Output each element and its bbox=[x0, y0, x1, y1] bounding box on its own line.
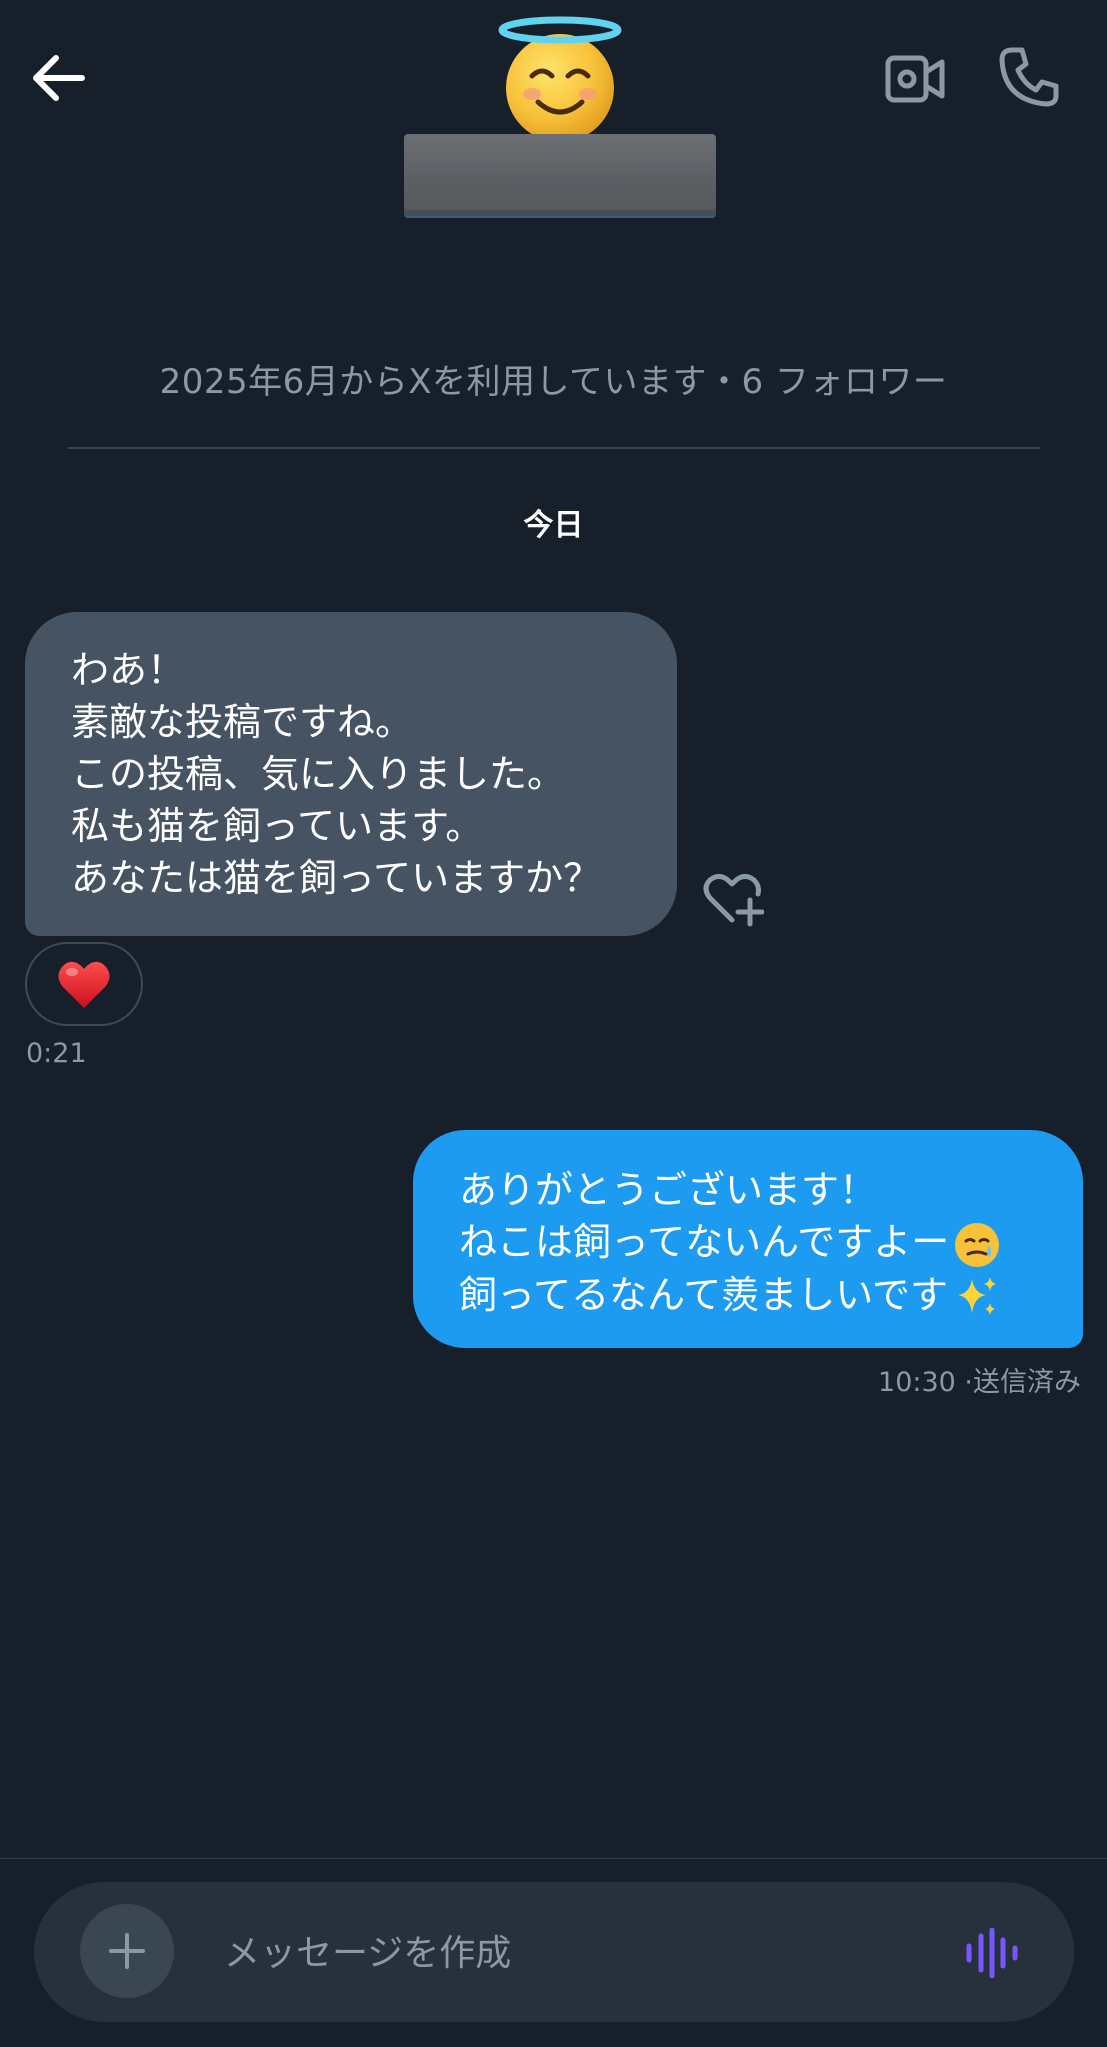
phone-icon bbox=[999, 47, 1059, 107]
message-line: あなたは猫を飼っていますか？ bbox=[71, 856, 602, 900]
reaction-chip[interactable] bbox=[25, 942, 143, 1026]
message-line: この投稿、気に入りました。 bbox=[71, 752, 566, 796]
video-call-button[interactable] bbox=[884, 50, 946, 108]
arrow-left-icon bbox=[33, 55, 85, 101]
back-button[interactable] bbox=[28, 52, 88, 104]
message-line-with-emoji: ねこは飼ってないんですよー bbox=[459, 1216, 1037, 1269]
message-timestamp: 0:21 bbox=[26, 1038, 87, 1069]
date-separator: 今日 bbox=[523, 508, 584, 543]
message-line: 私も猫を飼っています。 bbox=[71, 804, 484, 848]
sent-message-bubble[interactable]: ありがとうございます！ ねこは飼ってないんですよー 飼ってるなんて羨ましいです bbox=[413, 1130, 1083, 1348]
face-holding-back-tears-emoji bbox=[955, 1222, 1000, 1267]
avatar[interactable] bbox=[498, 14, 626, 142]
display-name-redacted bbox=[404, 134, 716, 216]
message-text: 飼ってるなんて羨ましいです bbox=[459, 1272, 949, 1317]
smiling-face-with-halo-emoji bbox=[498, 16, 622, 142]
message-line-with-emoji: 飼ってるなんて羨ましいです bbox=[459, 1269, 1037, 1322]
message-line: ありがとうございます！ bbox=[459, 1168, 878, 1212]
received-message-bubble[interactable]: わあ！ 素敵な投稿ですね。 この投稿、気に入りました。 私も猫を飼っています。 … bbox=[25, 612, 677, 936]
voice-call-button[interactable] bbox=[998, 46, 1060, 108]
message-text: ねこは飼ってないんですよー bbox=[459, 1220, 950, 1264]
add-reaction-button[interactable] bbox=[702, 870, 765, 928]
sparkles-emoji bbox=[958, 1277, 997, 1315]
red-heart-emoji bbox=[58, 961, 110, 1008]
voice-waveform-icon bbox=[966, 1927, 1018, 1979]
message-line: 素敵な投稿ですね。 bbox=[71, 700, 414, 744]
divider bbox=[68, 447, 1040, 449]
add-attachment-button[interactable] bbox=[80, 1904, 174, 1998]
plus-icon bbox=[109, 1933, 145, 1969]
heart-plus-icon bbox=[703, 874, 765, 927]
video-camera-icon bbox=[885, 55, 945, 103]
message-input[interactable] bbox=[222, 1920, 926, 1986]
message-line: わあ！ bbox=[71, 648, 186, 692]
profile-meta: 2025年6月からXを利用しています・6 フォロワー bbox=[159, 362, 948, 402]
voice-message-button[interactable] bbox=[964, 1927, 1020, 1979]
composer-divider bbox=[0, 1858, 1107, 1859]
message-timestamp-status: 10:30 ·送信済み bbox=[878, 1367, 1081, 1398]
